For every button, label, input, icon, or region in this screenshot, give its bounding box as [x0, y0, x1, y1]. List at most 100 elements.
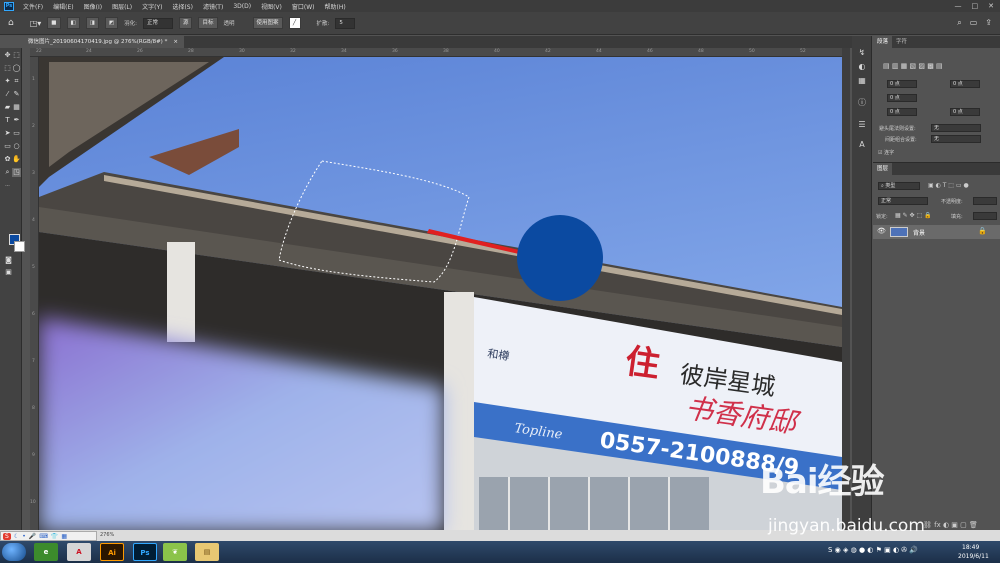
photoshop-taskbar-icon[interactable]: Ps [133, 543, 157, 561]
image-canvas[interactable]: 和樽 住 彼岸星城 书香府邸 Topline 0557-2100888/9 [39, 57, 842, 532]
ime-skin-icon[interactable]: 👕 [51, 533, 58, 540]
mojikumi-select[interactable]: 无 [931, 135, 981, 143]
ime-tools-icon[interactable]: ▦ [61, 533, 67, 540]
ime-punct-icon[interactable]: • [22, 533, 26, 540]
ime-toolbar[interactable]: S ☾ • 🎤 ⌨ 👕 ▦ [0, 531, 97, 541]
rectangle-tool-icon[interactable]: ▭ [12, 129, 21, 138]
align-buttons[interactable]: ▤ ▥ ▦ ▧ ▨ ▩ ▤ [883, 62, 943, 70]
shape-tool-icon[interactable]: ▭ [3, 142, 12, 151]
menu-help[interactable]: 帮助(H) [320, 2, 351, 11]
magic-wand-tool-icon[interactable]: ✦ [3, 77, 12, 86]
screen-mode-icon[interactable]: ▣ [4, 268, 13, 277]
close-window-button[interactable]: ✕ [988, 2, 994, 10]
start-button[interactable] [2, 543, 26, 561]
menu-image[interactable]: 图像(I) [79, 2, 107, 11]
menu-select[interactable]: 选择(S) [167, 2, 198, 11]
zoom-status[interactable]: 276% [100, 532, 114, 538]
menu-window[interactable]: 窗口(W) [287, 2, 320, 11]
blend-mode-select[interactable]: 正常 [878, 197, 928, 205]
layer-row-background[interactable]: 👁 背景 🔒 [873, 225, 1000, 239]
custom-shape-tool-icon[interactable]: ✿ [3, 155, 12, 164]
patch-tool-preset-icon[interactable]: ◳▾ [30, 19, 42, 28]
space-before-field[interactable]: 0 点 [887, 108, 917, 116]
move-tool-icon[interactable]: ✥ [3, 51, 12, 60]
left-ruler[interactable]: 1 2 3 4 5 6 7 8 9 10 [30, 57, 39, 532]
ime-logo-icon[interactable]: S [3, 532, 11, 540]
menu-file[interactable]: 文件(F) [18, 2, 48, 11]
clock-time[interactable]: 18:49 [962, 544, 979, 551]
menu-3d[interactable]: 3D(D) [228, 3, 256, 10]
fill-field[interactable] [973, 212, 997, 220]
background-color-swatch[interactable] [14, 241, 25, 252]
lasso-tool-icon[interactable]: ◯ [12, 64, 21, 73]
pen-tool-icon[interactable]: ✒ [12, 116, 21, 125]
adjustments-icon[interactable]: ☰ [857, 120, 867, 130]
transparent-checkbox[interactable]: 透明 [224, 19, 235, 27]
ellipse-tool-icon[interactable]: ○ [12, 142, 21, 151]
pattern-swatch-icon[interactable]: ╱ [288, 17, 301, 29]
search-icon[interactable]: ⌕ [957, 18, 961, 28]
new-selection-icon[interactable]: ■ [47, 17, 61, 29]
type-tool-icon[interactable]: T [3, 116, 12, 125]
menu-view[interactable]: 视图(V) [256, 2, 287, 11]
indent-right-field[interactable]: 0 点 [950, 80, 980, 88]
artboard-tool-icon[interactable]: ⬚ [12, 51, 21, 60]
intersect-selection-icon[interactable]: ◩ [104, 17, 119, 29]
quick-mask-icon[interactable]: ◙ [4, 256, 13, 265]
top-ruler[interactable]: 22 24 26 28 30 32 34 36 38 40 42 44 46 4… [30, 48, 842, 57]
pdf-taskbar-icon[interactable]: A [67, 543, 91, 561]
tab-paragraph[interactable]: 段落 [873, 36, 893, 48]
path-select-tool-icon[interactable]: ➤ [3, 129, 12, 138]
tray-icons[interactable]: S ◉ ◈ ◍ ● ◐ ⚑ ▣ ◐ ✇ 🔊 [828, 546, 918, 554]
home-icon[interactable]: ⌂ [8, 18, 14, 28]
close-tab-icon[interactable]: × [173, 36, 178, 48]
eyedropper-tool-icon[interactable]: ⁄ [3, 90, 12, 99]
menu-layer[interactable]: 图层(L) [107, 2, 137, 11]
zoom-tool-icon[interactable]: ⌕ [3, 168, 12, 177]
info-icon[interactable]: ⓘ [857, 98, 867, 108]
patch-tool-icon[interactable]: ◳ [12, 168, 21, 177]
visibility-eye-icon[interactable]: 👁 [877, 227, 886, 235]
source-button[interactable]: 源 [178, 17, 193, 29]
document-tab[interactable]: 微信图片_20190604170419.jpg @ 276%(RGB/8#) *… [22, 36, 184, 48]
browser-taskbar-icon[interactable]: e [34, 543, 58, 561]
crop-tool-icon[interactable]: ⌗ [12, 77, 21, 86]
kinsoku-select[interactable]: 无 [931, 124, 981, 132]
character-icon[interactable]: A [857, 140, 867, 150]
opacity-field[interactable] [973, 197, 997, 205]
marquee-tool-icon[interactable]: ⬚ [3, 64, 12, 73]
tab-layers[interactable]: 图层 [873, 163, 893, 175]
ime-keyboard-icon[interactable]: ⌨ [39, 533, 48, 540]
patch-mode-select[interactable]: 正常 [142, 17, 173, 29]
color-icon[interactable]: ◐ [857, 62, 867, 72]
maximize-button[interactable]: □ [972, 2, 979, 10]
menu-type[interactable]: 文字(Y) [137, 2, 167, 11]
ime-mic-icon[interactable]: 🎤 [29, 533, 36, 540]
brush-tool-icon[interactable]: ✎ [12, 90, 21, 99]
add-selection-icon[interactable]: ◧ [66, 17, 80, 29]
layer-filter-icons[interactable]: ▣ ◐ T ⬚ ▭ ● [928, 182, 969, 189]
share-icon[interactable]: ⇪ [985, 18, 992, 28]
subtract-selection-icon[interactable]: ◨ [85, 17, 99, 29]
clock-date[interactable]: 2019/6/11 [958, 553, 989, 560]
workspace-icon[interactable]: ▭ [970, 18, 978, 28]
layer-filter-select[interactable]: ⌕ 类型 [878, 182, 920, 190]
menu-filter[interactable]: 滤镜(T) [198, 2, 228, 11]
first-line-indent-field[interactable]: 0 点 [887, 94, 917, 102]
minimize-button[interactable]: — [955, 2, 962, 10]
history-icon[interactable]: ↯ [857, 48, 867, 58]
space-after-field[interactable]: 0 点 [950, 108, 980, 116]
hand-tool-icon[interactable]: ✋ [12, 155, 21, 164]
tab-character[interactable]: 字符 [892, 36, 911, 48]
use-pattern-button[interactable]: 使用图案 [252, 17, 283, 29]
leaf-app-taskbar-icon[interactable]: ❦ [163, 543, 187, 561]
diffusion-select[interactable]: 5 [335, 17, 356, 29]
indent-left-field[interactable]: 0 点 [887, 80, 917, 88]
ime-moon-icon[interactable]: ☾ [14, 533, 19, 540]
menu-edit[interactable]: 编辑(E) [48, 2, 78, 11]
lock-icons[interactable]: ▦ ✎ ✥ ⬚ 🔒 [895, 212, 932, 219]
gradient-tool-icon[interactable]: ▦ [12, 103, 21, 112]
illustrator-taskbar-icon[interactable]: Ai [100, 543, 124, 561]
destination-button[interactable]: 目标 [198, 17, 218, 29]
hyphenate-checkbox[interactable]: ☑ 连字 [878, 149, 894, 156]
